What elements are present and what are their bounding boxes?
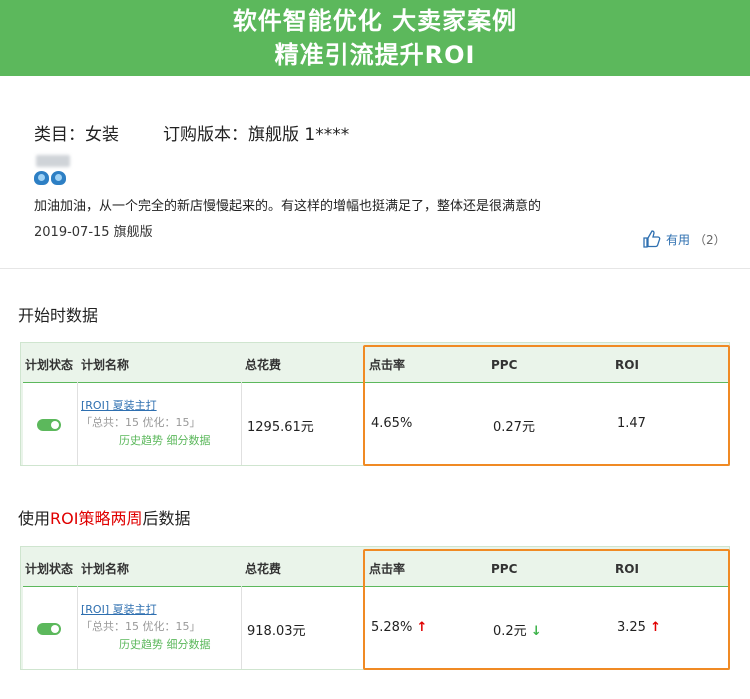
review-date: 2019-07-15 旗舰版 [34,225,153,240]
plan-name-link[interactable]: [ROI] 夏装主打 [81,397,157,413]
plan-links[interactable]: 历史趋势 细分数据 [119,432,211,448]
review-card: 类目：女装 订购版本：旗舰版 1**** 加油加油，从一个完全的新店慢慢起来的。有… [0,76,750,268]
header-plan-status: 计划状态 [25,358,74,372]
useful-count: （2） [694,232,726,247]
total-cost-value: 1295.61元 [247,420,314,435]
column-divider [241,382,242,465]
useful-button[interactable]: 有用 （2） [642,229,726,249]
plan-meta: 「总共：15 优化：15」 [81,416,201,429]
diamond-icon [51,171,66,185]
before-data-table: 计划状态 计划名称 总花费 点击率 PPC ROI [ROI] 夏装主打 「总共… [20,342,730,466]
review-meta: 类目：女装 订购版本：旗舰版 1**** [34,120,349,145]
thumbs-up-icon [643,230,661,248]
version-label: 订购版本：旗舰版 1**** [163,125,350,145]
header-plan-name: 计划名称 [81,358,130,372]
header-total-cost: 总花费 [245,562,282,576]
diamond-icon [34,171,49,185]
useful-label: 有用 [666,232,691,247]
plan-links[interactable]: 历史趋势 细分数据 [119,636,211,652]
plan-name-link[interactable]: [ROI] 夏装主打 [81,601,157,617]
header-plan-name: 计划名称 [81,562,130,576]
review-comment: 加油加油，从一个完全的新店慢慢起来的。有这样的增幅也挺满足了，整体还是很满意的 [34,199,542,214]
plan-meta: 「总共：15 优化：15」 [81,620,201,633]
header-total-cost: 总花费 [245,358,282,372]
column-divider [77,382,78,465]
user-badges [34,171,66,185]
after-section-title: 使用ROI策略两周后数据 [18,505,190,529]
blurred-username [36,155,70,167]
header-banner: 软件智能优化 大卖家案例 精准引流提升ROI [0,0,750,76]
plan-status-toggle[interactable] [37,623,61,635]
column-divider [77,586,78,669]
before-section-title: 开始时数据 [18,306,99,325]
after-title-prefix: 使用 [18,509,51,528]
plan-status-toggle[interactable] [37,419,61,431]
after-title-highlight: ROI策略两周 [50,509,143,528]
total-cost-value: 918.03元 [247,624,306,639]
banner-subtitle: 精准引流提升ROI [274,41,476,69]
divider [0,268,750,269]
category-label: 类目：女装 [34,125,119,145]
highlight-box [363,549,730,670]
after-data-table: 计划状态 计划名称 总花费 点击率 PPC ROI [ROI] 夏装主打 「总共… [20,546,730,670]
banner-title: 软件智能优化 大卖家案例 [232,7,518,35]
header-plan-status: 计划状态 [25,562,74,576]
highlight-box [363,345,730,466]
after-title-suffix: 后数据 [142,509,191,528]
column-divider [241,586,242,669]
